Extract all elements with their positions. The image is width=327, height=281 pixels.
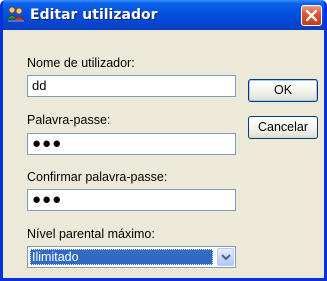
username-label: Nome de utilizador:	[27, 56, 135, 70]
parental-level-value: Ilimitado	[30, 249, 213, 265]
confirm-password-label: Confirmar palavra-passe:	[27, 170, 168, 184]
edit-user-dialog: Editar utilizador Nome de utilizador: dd…	[0, 0, 327, 281]
users-icon	[6, 6, 26, 23]
username-field[interactable]: dd	[27, 75, 236, 97]
title-bar[interactable]: Editar utilizador	[3, 0, 324, 30]
parental-level-label: Nível parental máximo:	[27, 227, 155, 241]
cancel-button[interactable]: Cancelar	[248, 116, 318, 139]
chevron-down-icon	[221, 254, 231, 261]
confirm-password-field[interactable]: ●●●	[27, 189, 236, 211]
password-label: Palavra-passe:	[27, 113, 111, 127]
close-icon	[305, 9, 318, 22]
ok-button[interactable]: OK	[248, 79, 318, 102]
window-title: Editar utilizador	[30, 7, 158, 23]
dropdown-arrow-button[interactable]	[217, 248, 234, 266]
parental-level-select[interactable]: Ilimitado	[27, 246, 236, 268]
password-field[interactable]: ●●●	[27, 133, 236, 155]
close-button[interactable]	[301, 5, 322, 26]
